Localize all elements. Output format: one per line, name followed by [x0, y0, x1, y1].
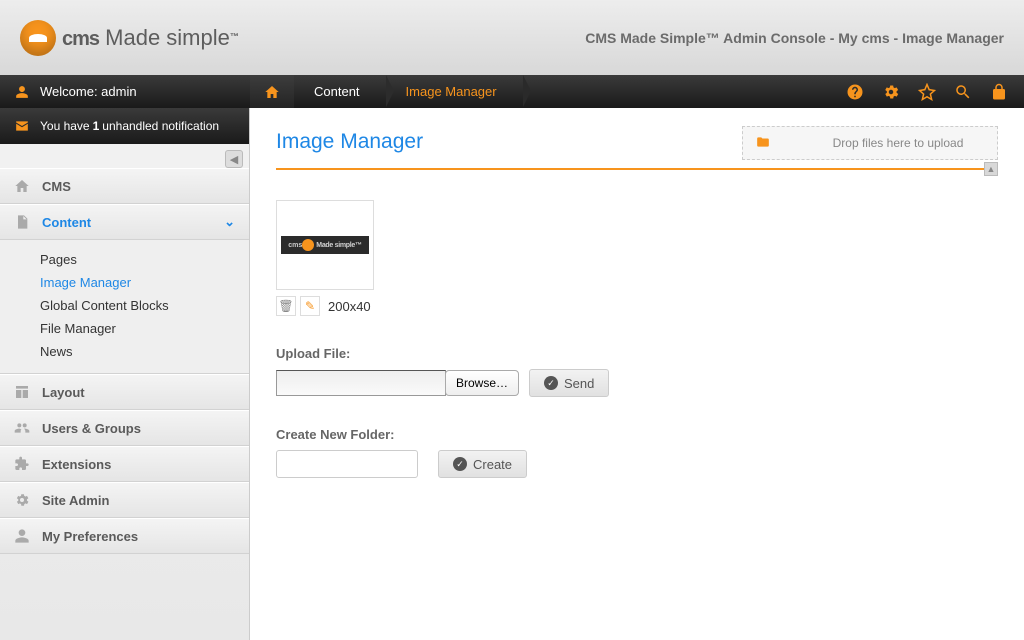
- panel-collapse-icon[interactable]: ▲: [984, 162, 998, 176]
- breadcrumb-content[interactable]: Content: [294, 75, 386, 108]
- sidebar-item-site-admin[interactable]: Site Admin: [0, 482, 249, 518]
- puzzle-icon: [14, 456, 32, 472]
- lock-icon[interactable]: [990, 83, 1008, 101]
- home-button[interactable]: [250, 75, 294, 108]
- upload-row: Browse… ✓ Send: [276, 369, 998, 397]
- sidebar-label: CMS: [42, 179, 71, 194]
- subnav-global-content[interactable]: Global Content Blocks: [40, 294, 249, 317]
- edit-icon[interactable]: ✎: [300, 296, 320, 316]
- sidebar-item-users[interactable]: Users & Groups: [0, 410, 249, 446]
- search-icon[interactable]: [954, 83, 972, 101]
- logo-simple: simple: [166, 25, 230, 50]
- sidebar-item-preferences[interactable]: My Preferences: [0, 518, 249, 554]
- logo-made: Made: [99, 25, 166, 50]
- check-icon: ✓: [453, 457, 467, 471]
- drop-zone[interactable]: Drop files here to upload: [742, 126, 998, 160]
- logo-text: cms Made simple™: [62, 25, 239, 51]
- sidebar-collapse: ◀: [0, 144, 249, 168]
- breadcrumb-page: Image Manager: [386, 75, 523, 108]
- subnav-image-manager[interactable]: Image Manager: [40, 271, 249, 294]
- users-icon: [14, 420, 32, 436]
- sidebar-label: Layout: [42, 385, 85, 400]
- file-path-input[interactable]: [276, 370, 446, 396]
- header-title: CMS Made Simple™ Admin Console - My cms …: [585, 30, 1004, 46]
- create-button[interactable]: ✓ Create: [438, 450, 527, 478]
- logo: cms Made simple™: [20, 20, 239, 56]
- thumb-mini-logo: cmsMade simple™: [281, 236, 369, 254]
- delete-icon[interactable]: 🗑: [276, 296, 296, 316]
- chevron-down-icon: ⌄: [224, 214, 235, 230]
- sidebar-label: Site Admin: [42, 493, 109, 508]
- sidebar-label: Users & Groups: [42, 421, 141, 436]
- logo-cms: cms: [62, 28, 99, 50]
- help-icon[interactable]: [846, 83, 864, 101]
- image-thumbnail[interactable]: cmsMade simple™: [276, 200, 374, 290]
- subnav-pages[interactable]: Pages: [40, 248, 249, 271]
- sidebar-item-content[interactable]: Content ⌄: [0, 204, 249, 240]
- sidebar-label: My Preferences: [42, 529, 138, 544]
- thumb-filename: 200x40: [328, 299, 371, 314]
- person-icon: [14, 528, 32, 544]
- logo-icon: [20, 20, 56, 56]
- notif-post: unhandled notification: [102, 119, 219, 133]
- collapse-left-icon[interactable]: ◀: [225, 150, 243, 168]
- file-input-group: Browse…: [276, 370, 519, 396]
- sidebar: You have 1 unhandled notification ◀ CMS …: [0, 108, 250, 640]
- page-icon: [14, 214, 32, 230]
- create-folder-label: Create New Folder:: [276, 427, 998, 442]
- layout-icon: [14, 384, 32, 400]
- star-icon[interactable]: [918, 83, 936, 101]
- sidebar-sub-content: Pages Image Manager Global Content Block…: [0, 240, 249, 374]
- thumb-actions: 🗑 ✎ 200x40: [276, 296, 998, 316]
- sidebar-item-cms[interactable]: CMS: [0, 168, 249, 204]
- sidebar-label: Extensions: [42, 457, 111, 472]
- folder-icon: [755, 135, 771, 152]
- gear-icon: [14, 492, 32, 508]
- gear-icon[interactable]: [882, 83, 900, 101]
- main-content: Drop files here to upload ▲ Image Manage…: [250, 108, 1024, 640]
- notif-count: 1: [93, 119, 100, 133]
- check-icon: ✓: [544, 376, 558, 390]
- welcome-bar: Welcome: admin: [0, 75, 250, 108]
- thumbnail-preview: cmsMade simple™: [281, 205, 369, 285]
- divider: [276, 168, 998, 170]
- sidebar-item-layout[interactable]: Layout: [0, 374, 249, 410]
- breadcrumb-bar: Content Image Manager: [250, 75, 1024, 108]
- subnav-news[interactable]: News: [40, 340, 249, 363]
- sidebar-label: Content: [42, 215, 91, 230]
- logo-tm: ™: [230, 31, 239, 41]
- app-header: cms Made simple™ CMS Made Simple™ Admin …: [0, 0, 1024, 75]
- home-icon: [14, 178, 32, 194]
- welcome-text: Welcome: admin: [40, 84, 137, 99]
- send-button[interactable]: ✓ Send: [529, 369, 609, 397]
- folder-name-input[interactable]: [276, 450, 418, 478]
- notif-pre: You have: [40, 119, 90, 133]
- drop-label: Drop files here to upload: [811, 136, 985, 150]
- notification-banner[interactable]: You have 1 unhandled notification: [0, 108, 249, 144]
- mail-icon: [14, 118, 30, 134]
- upload-label: Upload File:: [276, 346, 998, 361]
- sidebar-item-extensions[interactable]: Extensions: [0, 446, 249, 482]
- user-icon: [14, 84, 30, 100]
- subnav-file-manager[interactable]: File Manager: [40, 317, 249, 340]
- toolbar-icons: [846, 83, 1024, 101]
- create-folder-row: ✓ Create: [276, 450, 998, 478]
- browse-button[interactable]: Browse…: [445, 370, 519, 396]
